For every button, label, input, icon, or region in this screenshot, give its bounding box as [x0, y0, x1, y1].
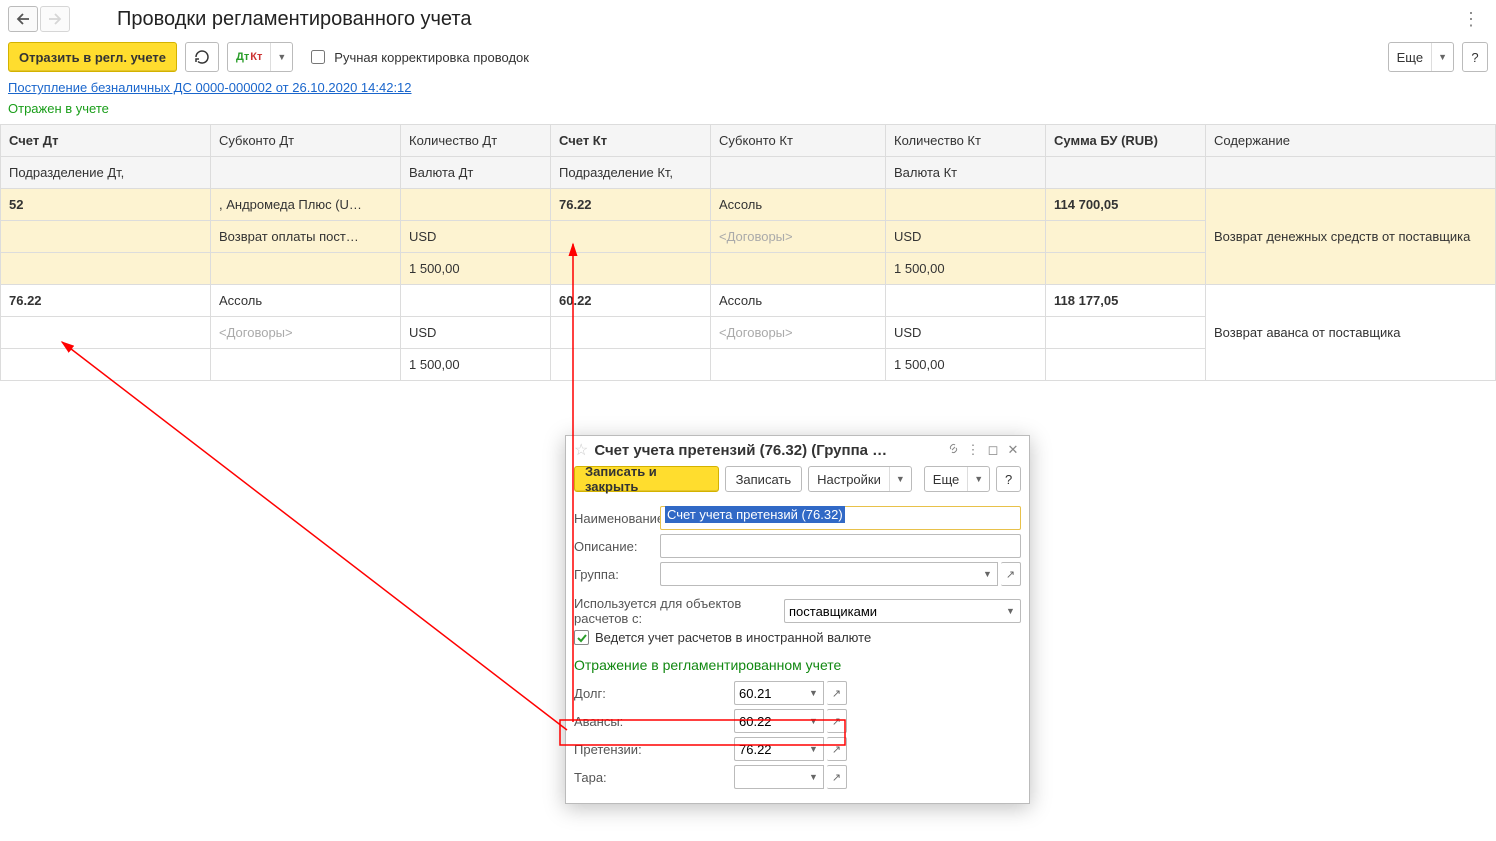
link-icon[interactable]: [943, 442, 963, 458]
header-row-1: Счет Дт Субконто Дт Количество Дт Счет К…: [1, 125, 1496, 157]
manual-correction-checkbox[interactable]: Ручная корректировка проводок: [307, 47, 529, 67]
tara-input[interactable]: [734, 765, 804, 789]
document-link[interactable]: Поступление безналичных ДС 0000-000002 о…: [0, 80, 420, 95]
kebab-menu-icon[interactable]: ⋮: [1454, 9, 1488, 30]
more-menu-button[interactable]: Еще▼: [1388, 42, 1454, 72]
save-button[interactable]: Записать: [725, 466, 803, 492]
dt-kt-dropdown[interactable]: ДтКт ▼: [227, 42, 293, 72]
chevron-down-icon: ▼: [271, 52, 292, 62]
group-input[interactable]: [660, 562, 978, 586]
popup-title: Счет учета претензий (76.32) (Группа …: [594, 442, 943, 459]
save-close-button[interactable]: Записать и закрыть: [574, 466, 719, 492]
nav-forward-button[interactable]: [40, 6, 70, 32]
table-row[interactable]: 76.22Ассоль 60.22Ассоль 118 177,05Возвра…: [1, 285, 1496, 317]
name-input[interactable]: Счет учета претензий (76.32): [660, 506, 1021, 530]
maximize-icon[interactable]: ◻: [983, 442, 1003, 458]
debt-input[interactable]: [734, 681, 804, 705]
status-label: Отражен в учете: [0, 95, 1496, 124]
main-toolbar: Отразить в регл. учете ДтКт ▼ Ручная кор…: [0, 38, 1496, 80]
kebab-icon[interactable]: ⋮: [963, 442, 983, 458]
close-icon[interactable]: ✕: [1003, 442, 1023, 458]
favorite-star-icon[interactable]: ☆: [574, 440, 588, 460]
reflect-button[interactable]: Отразить в регл. учете: [8, 42, 177, 72]
section-title: Отражение в регламентированном учете: [574, 649, 1021, 677]
chevron-down-icon[interactable]: ▼: [1001, 599, 1021, 623]
description-input[interactable]: [660, 534, 1021, 558]
open-icon[interactable]: ↗: [1001, 562, 1021, 586]
popup-help-button[interactable]: ?: [996, 466, 1021, 492]
table-row[interactable]: 52, Андромеда Плюс (U… 76.22Ассоль 114 7…: [1, 189, 1496, 221]
entries-table: Счет Дт Субконто Дт Количество Дт Счет К…: [0, 124, 1496, 381]
page-title: Проводки регламентированного учета: [72, 8, 471, 31]
used-for-input[interactable]: [784, 599, 1001, 623]
header-row-2: Подразделение Дт, Валюта Дт Подразделени…: [1, 157, 1496, 189]
chevron-down-icon[interactable]: ▼: [978, 562, 998, 586]
refresh-button[interactable]: [185, 42, 219, 72]
nav-back-button[interactable]: [8, 6, 38, 32]
help-button[interactable]: ?: [1462, 42, 1488, 72]
title-bar: Проводки регламентированного учета ⋮: [0, 0, 1496, 38]
popup-more-button[interactable]: Еще▼: [924, 466, 990, 492]
foreign-currency-checkbox[interactable]: Ведется учет расчетов в иностранной валю…: [574, 630, 1021, 645]
claims-input[interactable]: [734, 737, 804, 761]
advance-input[interactable]: [734, 709, 804, 733]
account-popup: ☆ Счет учета претензий (76.32) (Группа ……: [565, 435, 1030, 804]
settings-dropdown[interactable]: Настройки▼: [808, 466, 912, 492]
